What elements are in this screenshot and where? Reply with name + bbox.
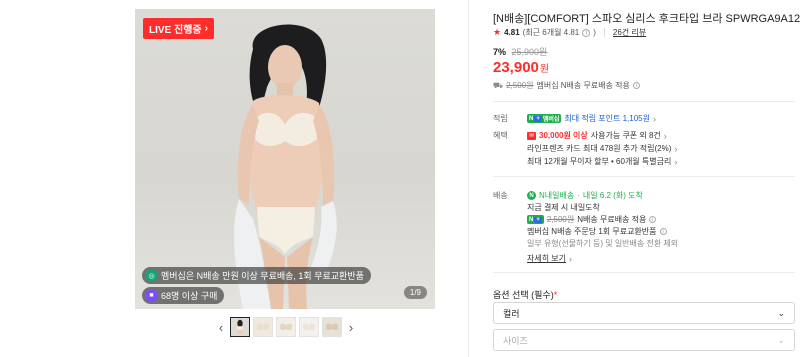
points-row[interactable]: N + 멤버십 최대 적립 포인트 1,105원 › bbox=[527, 113, 656, 124]
exchange-row: 멤버십 N배송 주문당 1회 무료교환반품 i bbox=[527, 226, 667, 237]
color-select[interactable]: 컬러 ⌄ bbox=[493, 302, 795, 324]
review-link[interactable]: 26건 리뷰 bbox=[613, 27, 646, 38]
exclude-text: 일부 유형(선물하기 등) 및 일반배송 전환 제외 bbox=[527, 239, 679, 248]
discount-percent: 7% bbox=[493, 47, 507, 57]
membership-pill-text: 멤버십은 N배송 만원 이상 무료배송, 1회 무료교환반품 bbox=[161, 271, 364, 281]
thumbnail-item[interactable] bbox=[230, 317, 250, 337]
rating-recent-close: ) bbox=[593, 28, 596, 37]
thumbnail-item[interactable] bbox=[299, 317, 319, 337]
option-required-text: (필수) bbox=[531, 290, 554, 300]
thumbnail-item[interactable] bbox=[253, 317, 273, 337]
card-benefit-row[interactable]: 라인프렌즈 카드 최대 478원 추가 적립(2%) › bbox=[527, 143, 677, 154]
live-badge[interactable]: LIVE 진행중 › bbox=[143, 18, 214, 39]
membership-pill: ◎ 멤버십은 N배송 만원 이상 무료배송, 1회 무료교환반품 bbox=[142, 267, 371, 284]
chevron-right-icon: › bbox=[204, 23, 208, 34]
option-label-text: 옵션 선택 bbox=[493, 290, 529, 300]
delivery-label: 배송 bbox=[493, 191, 508, 200]
n-delivery-label: N내일배송 bbox=[539, 191, 575, 200]
thumbnail-strip: ‹ › bbox=[215, 317, 357, 337]
chevron-right-icon[interactable]: › bbox=[345, 317, 357, 337]
truck-icon: ⛟ bbox=[493, 80, 504, 90]
shipping-fee-strike: 2,500원 bbox=[506, 81, 534, 90]
original-price: 25,900원 bbox=[511, 47, 548, 57]
shipping-text: 멤버십 N배송 무료배송 적용 bbox=[536, 81, 630, 90]
size-select-value: 사이즈 bbox=[503, 335, 528, 346]
points-text: 최대 적립 포인트 1,105원 bbox=[564, 114, 650, 123]
exclude-row: 일부 유형(선물하기 등) 및 일반배송 전환 제외 bbox=[527, 238, 678, 249]
size-select[interactable]: 사이즈 ⌄ bbox=[493, 329, 795, 351]
arrival-date: 내일 6.2 (화) 도착 bbox=[582, 191, 643, 200]
star-icon: ★ bbox=[493, 27, 502, 37]
thumbnail-item[interactable] bbox=[276, 317, 296, 337]
color-select-value: 컬러 bbox=[503, 308, 520, 319]
exchange-text: 멤버십 N배송 주문당 1회 무료교환반품 bbox=[527, 227, 657, 236]
delivery-fee-strike: 2,500원 bbox=[546, 215, 575, 224]
divider bbox=[493, 272, 795, 273]
info-icon[interactable]: i bbox=[632, 82, 640, 89]
shipping-summary: ⛟ 2,500원 멤버십 N배송 무료배송 적용 i bbox=[493, 80, 640, 91]
card-benefit-text: 라인프렌즈 카드 최대 478원 추가 적립(2%) bbox=[527, 144, 672, 153]
chevron-right-icon: › bbox=[674, 156, 678, 167]
option-label: 옵션 선택 (필수)* bbox=[493, 288, 557, 301]
divider bbox=[493, 176, 795, 177]
chevron-right-icon: › bbox=[569, 253, 573, 264]
membership-icon: ◎ bbox=[146, 270, 157, 281]
coupon-text: 사용가능 쿠폰 외 8건 bbox=[590, 131, 661, 140]
discount-row: 7% 25,900원 bbox=[493, 45, 547, 58]
installment-row[interactable]: 최대 12개월 무이자 할부 • 60개월 특별금리 › bbox=[527, 156, 677, 167]
coupon-row[interactable]: ✉ 30,000원 이상 사용가능 쿠폰 외 8건 › bbox=[527, 130, 667, 141]
details-link[interactable]: 자세히 보기 › bbox=[527, 253, 572, 264]
purchase-count-pill: ■ 68명 이상 구매 bbox=[142, 287, 225, 304]
rating-recent: (최근 6개월 4.81 bbox=[522, 28, 580, 37]
live-badge-label: LIVE 진행중 bbox=[149, 25, 202, 36]
chevron-right-icon: › bbox=[674, 143, 678, 154]
separator-dot: · bbox=[577, 191, 580, 200]
info-icon[interactable]: i bbox=[582, 28, 591, 37]
column-divider bbox=[468, 0, 469, 357]
info-icon[interactable]: i bbox=[659, 228, 667, 235]
details-link-label: 자세히 보기 bbox=[527, 254, 567, 263]
delivery-arrival-row: N N내일배송 · 내일 6.2 (화) 도착 bbox=[527, 190, 643, 201]
membership-badge-label: 멤버십 bbox=[542, 117, 560, 123]
sale-price: 23,900원 bbox=[493, 59, 549, 77]
delivery-fee-row: N + 2,500원 N배송 무료배송 적용 i bbox=[527, 214, 657, 225]
order-now-text: 지금 결제 시 내일도착 bbox=[527, 203, 600, 212]
benefit-label: 혜택 bbox=[493, 131, 508, 140]
image-counter: 1/9 bbox=[403, 286, 427, 299]
rating-score: 4.81 bbox=[504, 28, 520, 37]
chevron-down-icon: ⌄ bbox=[777, 334, 785, 345]
coupon-icon: ✉ bbox=[527, 131, 536, 140]
points-label: 적립 bbox=[493, 114, 508, 123]
chevron-left-icon[interactable]: ‹ bbox=[215, 317, 227, 337]
purchase-icon: ■ bbox=[146, 290, 157, 301]
divider bbox=[493, 101, 795, 102]
naver-membership-badge: N + 멤버십 bbox=[527, 114, 562, 123]
sale-price-value: 23,900 bbox=[493, 59, 539, 76]
divider bbox=[603, 28, 605, 37]
chevron-right-icon: › bbox=[663, 130, 667, 141]
rating-row: ★ 4.81 (최근 6개월 4.81 i ) 26건 리뷰 bbox=[493, 27, 646, 38]
thumbnail-item[interactable] bbox=[322, 317, 342, 337]
order-now-row: 지금 결제 시 내일도착 bbox=[527, 202, 600, 213]
info-icon[interactable]: i bbox=[649, 216, 657, 223]
product-model-photo bbox=[234, 24, 337, 309]
purchase-count-text: 68명 이상 구매 bbox=[161, 291, 218, 301]
chevron-right-icon: › bbox=[653, 113, 656, 124]
naver-n-icon: N bbox=[527, 191, 536, 200]
chevron-down-icon: ⌄ bbox=[777, 307, 785, 318]
coupon-amount: 30,000원 이상 bbox=[539, 131, 588, 140]
main-product-image[interactable]: LIVE 진행중 › ◎ 멤버십은 N배송 만원 이상 무료배송, 1회 무료교… bbox=[135, 9, 435, 309]
sale-price-unit: 원 bbox=[539, 64, 550, 75]
installment-text: 최대 12개월 무이자 할부 • 60개월 특별금리 bbox=[527, 157, 672, 166]
delivery-fee-text: N배송 무료배송 적용 bbox=[577, 215, 647, 224]
product-title: [N배송][COMFORT] 스파오 심리스 후크타입 브라 SPWRGA9A1… bbox=[493, 13, 800, 25]
naver-membership-badge: N + bbox=[527, 215, 544, 224]
required-mark: * bbox=[553, 290, 558, 300]
